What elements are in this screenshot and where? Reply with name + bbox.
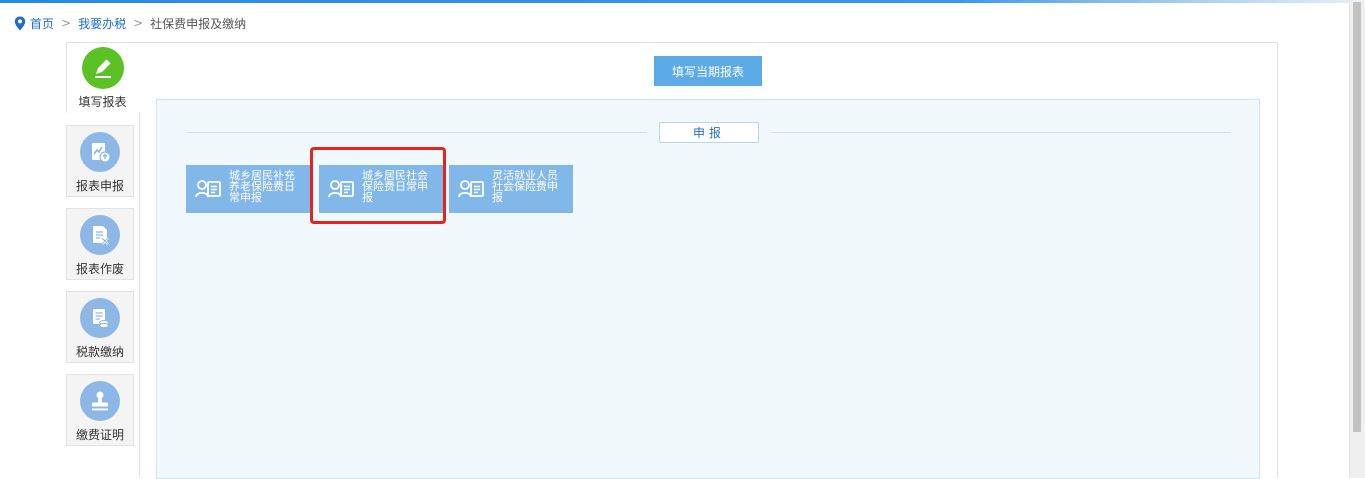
- breadcrumb-home-link[interactable]: 首页: [30, 15, 54, 32]
- sidebar-item-label: 缴费证明: [75, 428, 124, 442]
- breadcrumb-tax-link[interactable]: 我要办税: [78, 15, 126, 32]
- breadcrumb-current: 社保费申报及缴纳: [150, 16, 247, 31]
- sidebar: 填写报表 报表申报 报表作废 税款缴纳 缴费证明: [66, 42, 140, 478]
- id-card-icon: [458, 180, 484, 198]
- sidebar-item-payment-proof[interactable]: 缴费证明: [66, 374, 134, 446]
- sidebar-item-label: 税款缴纳: [75, 345, 124, 359]
- breadcrumb-separator: >: [61, 16, 72, 30]
- highlight-box: [310, 147, 446, 224]
- sidebar-item-label: 报表申报: [75, 179, 124, 193]
- id-card-icon: [195, 180, 221, 198]
- breadcrumb-separator: >: [133, 16, 144, 30]
- tile-label: 城乡居民补充养老保险费日常申报: [229, 169, 295, 204]
- location-pin-icon: [14, 16, 26, 30]
- main-content: 填写当期报表 申报 城乡居民补充养老保险费日常申报 城乡居民社会保险费日常申报: [140, 42, 1278, 479]
- tax-payment-icon: [80, 298, 120, 338]
- breadcrumb: 首页 > 我要办税 > 社保费申报及缴纳: [14, 15, 246, 31]
- sidebar-item-report-void[interactable]: 报表作废: [66, 208, 134, 280]
- pencil-icon: [81, 47, 124, 89]
- report-void-icon: [80, 215, 120, 255]
- sidebar-item-tax-payment[interactable]: 税款缴纳: [66, 291, 134, 363]
- sidebar-item-label: 报表作废: [75, 262, 124, 276]
- report-submit-icon: [80, 132, 120, 172]
- section-divider-right: [771, 132, 1231, 133]
- scrollbar-thumb[interactable]: [1353, 2, 1361, 432]
- fill-current-report-button[interactable]: 填写当期报表: [654, 56, 762, 86]
- sidebar-item-label: 填写报表: [78, 95, 127, 109]
- vertical-scrollbar[interactable]: [1349, 0, 1365, 478]
- top-accent-bar: [0, 0, 1365, 3]
- stamp-icon: [80, 381, 120, 421]
- tile-flexible-employment[interactable]: 灵活就业人员社会保险费申报: [449, 165, 573, 213]
- section-divider-left: [187, 132, 647, 133]
- tile-label: 灵活就业人员社会保险费申报: [492, 169, 558, 204]
- sidebar-item-report-submit[interactable]: 报表申报: [66, 125, 134, 197]
- sidebar-item-fill-report[interactable]: 填写报表: [66, 42, 139, 112]
- section-title: 申报: [659, 122, 759, 143]
- tile-supplementary-pension[interactable]: 城乡居民补充养老保险费日常申报: [186, 165, 310, 213]
